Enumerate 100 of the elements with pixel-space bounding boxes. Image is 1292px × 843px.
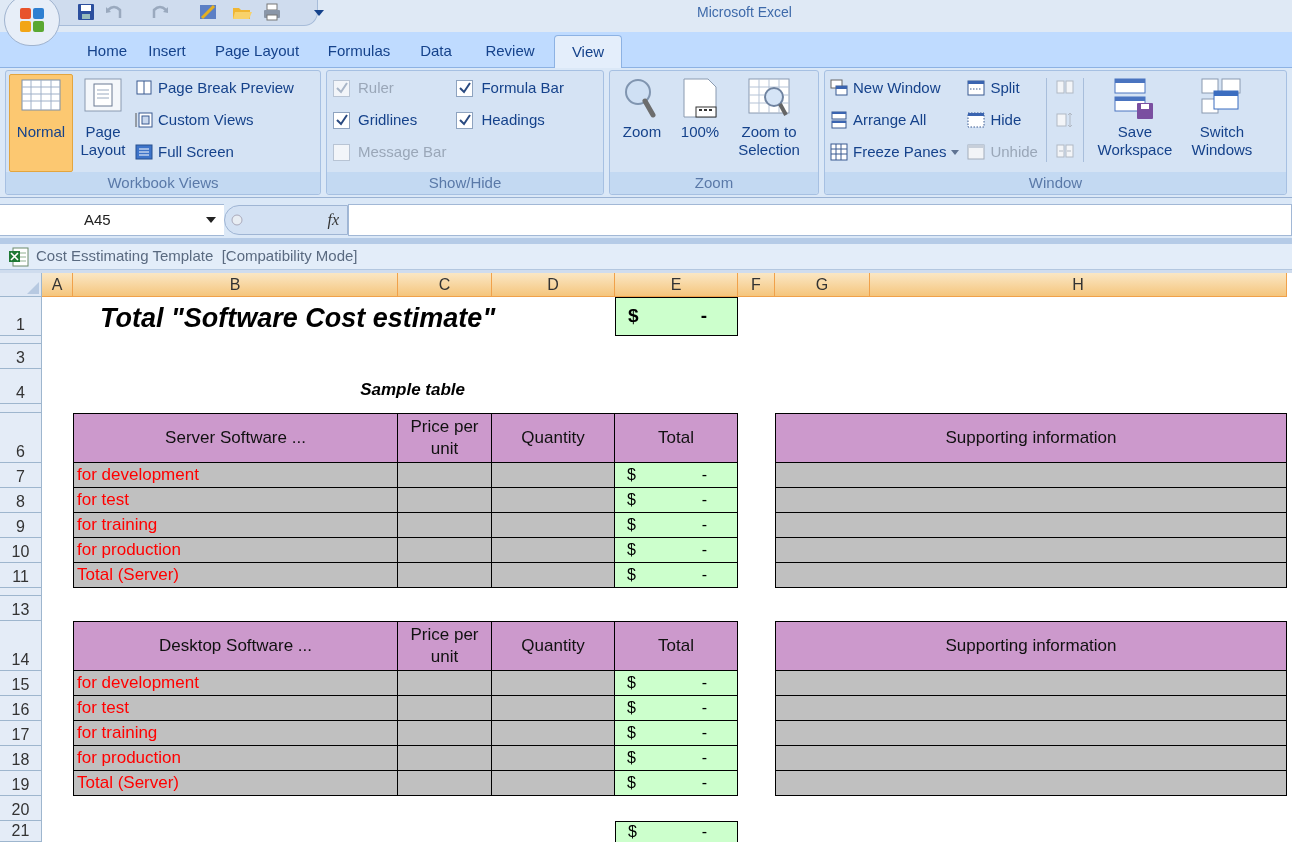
checkbox[interactable] bbox=[456, 79, 474, 97]
ribbon-button[interactable]: Page Layout bbox=[77, 74, 129, 172]
table-cell: for test bbox=[73, 696, 398, 721]
ribbon-tab[interactable]: Home bbox=[82, 35, 132, 67]
group-label: Window bbox=[825, 172, 1286, 194]
row-header[interactable]: 21 bbox=[0, 821, 42, 842]
ribbon-button[interactable]: Hide bbox=[965, 106, 1040, 134]
dropdown-caret-icon bbox=[951, 149, 960, 155]
checkbox[interactable] bbox=[333, 111, 350, 129]
split-window-icon bbox=[967, 79, 986, 97]
ribbon-button[interactable]: Page Break Preview bbox=[133, 74, 296, 102]
checkbox-label[interactable]: Headings bbox=[481, 111, 545, 129]
row-header[interactable]: 13 bbox=[0, 596, 42, 621]
row-header[interactable]: 10 bbox=[0, 538, 42, 563]
header-cell: Supporting information bbox=[775, 413, 1287, 463]
ribbon-tab[interactable]: Page Layout bbox=[202, 35, 312, 67]
column-header[interactable]: A bbox=[42, 273, 73, 297]
table-cell: Total (Server) bbox=[73, 771, 398, 796]
table-cell: for production bbox=[73, 538, 398, 563]
row-header[interactable] bbox=[0, 404, 42, 413]
column-header[interactable]: E bbox=[615, 273, 738, 297]
view-frame-icon bbox=[135, 111, 153, 129]
header-cell: Quantity bbox=[492, 413, 615, 463]
table-caption: Sample table bbox=[359, 378, 466, 401]
header-cell: Quantity bbox=[492, 621, 615, 671]
ribbon-button[interactable]: Full Screen bbox=[133, 138, 296, 166]
currency-symbol: $ bbox=[628, 822, 637, 842]
header-cell: Price per unit bbox=[398, 621, 492, 671]
row-header[interactable]: 17 bbox=[0, 721, 42, 746]
triangle-icon bbox=[27, 282, 39, 294]
insert-function-button[interactable]: fx bbox=[224, 205, 348, 235]
row-header[interactable]: 19 bbox=[0, 771, 42, 796]
row-header[interactable]: 16 bbox=[0, 696, 42, 721]
column-header[interactable]: F bbox=[738, 273, 775, 297]
name-box[interactable]: A45 bbox=[0, 204, 224, 236]
row-header[interactable]: 14 bbox=[0, 621, 42, 671]
office-logo-icon bbox=[18, 6, 46, 34]
column-header[interactable]: C bbox=[398, 273, 492, 297]
ribbon-button[interactable]: Save Workspace bbox=[1089, 74, 1180, 172]
column-header[interactable]: D bbox=[492, 273, 615, 297]
save-icon bbox=[76, 2, 96, 22]
dropdown-caret-icon bbox=[314, 10, 324, 16]
checkbox-label[interactable]: Gridlines bbox=[358, 111, 418, 129]
currency-symbol: $ bbox=[628, 304, 639, 329]
checkbox[interactable] bbox=[456, 111, 474, 129]
row-header[interactable]: 7 bbox=[0, 463, 42, 488]
ribbon-button[interactable]: Zoom to Selection bbox=[729, 74, 809, 172]
row-header[interactable]: 8 bbox=[0, 488, 42, 513]
amount-value: - bbox=[701, 698, 707, 718]
circle-icon bbox=[231, 214, 243, 226]
checkmark-icon bbox=[458, 82, 471, 94]
ribbon-button[interactable]: Normal bbox=[9, 74, 73, 172]
ribbon-tab[interactable]: Insert bbox=[136, 35, 198, 67]
ribbon-button[interactable]: Freeze Panes bbox=[828, 138, 962, 166]
checkmark-icon bbox=[335, 114, 348, 126]
row-header[interactable] bbox=[0, 588, 42, 596]
select-all-button[interactable] bbox=[0, 273, 42, 297]
ribbon-tab[interactable]: View bbox=[554, 35, 622, 68]
ribbon-tab[interactable]: Review bbox=[470, 35, 550, 67]
header-cell: Server Software ... bbox=[73, 413, 398, 463]
row-header[interactable]: 15 bbox=[0, 671, 42, 696]
row-header[interactable]: 4 bbox=[0, 369, 42, 404]
row-header[interactable]: 6 bbox=[0, 413, 42, 463]
window-title: Microsoft Excel bbox=[697, 3, 792, 21]
checkbox-label[interactable]: Formula Bar bbox=[481, 79, 564, 97]
ribbon-button[interactable]: 100% bbox=[675, 74, 725, 172]
currency-symbol: $ bbox=[627, 773, 636, 793]
ribbon-button[interactable]: New Window bbox=[828, 74, 962, 102]
group-label: Show/Hide bbox=[327, 172, 603, 194]
currency-symbol: $ bbox=[627, 698, 636, 718]
ribbon-button[interactable]: Custom Views bbox=[133, 106, 296, 134]
ribbon-button[interactable]: Split bbox=[965, 74, 1040, 102]
header-cell: Supporting information bbox=[775, 621, 1287, 671]
ribbon-tab[interactable]: Formulas bbox=[316, 35, 402, 67]
amount-value: - bbox=[701, 465, 707, 485]
header-cell: Total bbox=[615, 413, 738, 463]
ribbon-button[interactable]: Zoom bbox=[613, 74, 671, 172]
grid-magnifier-icon bbox=[747, 77, 791, 119]
column-header[interactable]: H bbox=[870, 273, 1287, 297]
group-label: Zoom bbox=[610, 172, 818, 194]
row-header[interactable] bbox=[0, 336, 42, 344]
formula-input-field[interactable] bbox=[348, 204, 1292, 236]
ribbon-button[interactable]: Switch Windows bbox=[1183, 74, 1260, 172]
ribbon-button[interactable]: Arrange All bbox=[828, 106, 962, 134]
sync-scroll-icon bbox=[1054, 111, 1075, 129]
row-header[interactable]: 1 bbox=[0, 297, 42, 336]
row-header[interactable]: 3 bbox=[0, 344, 42, 369]
row-header[interactable]: 18 bbox=[0, 746, 42, 771]
currency-symbol: $ bbox=[627, 515, 636, 535]
row-header[interactable]: 20 bbox=[0, 796, 42, 821]
row-header[interactable]: 9 bbox=[0, 513, 42, 538]
checkmark-icon bbox=[458, 114, 471, 126]
stacked-windows-icon bbox=[830, 111, 848, 129]
amount-value: - bbox=[701, 540, 707, 560]
column-header[interactable]: B bbox=[73, 273, 398, 297]
header-cell: Desktop Software ... bbox=[73, 621, 398, 671]
ribbon-tab[interactable]: Data bbox=[406, 35, 466, 67]
column-header[interactable]: G bbox=[775, 273, 870, 297]
amount-value: - bbox=[701, 490, 707, 510]
row-header[interactable]: 11 bbox=[0, 563, 42, 588]
